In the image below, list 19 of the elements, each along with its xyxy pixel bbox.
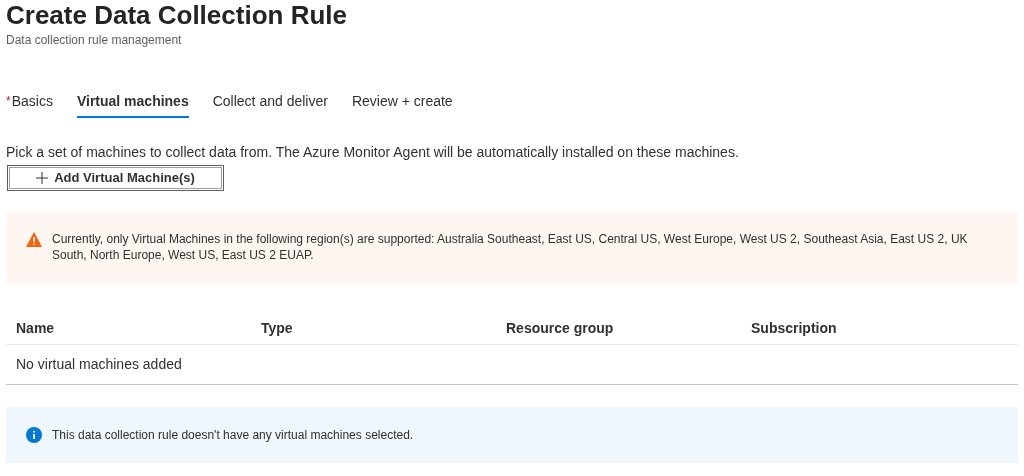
info-text: This data collection rule doesn't have any virtual machines selected. — [52, 427, 414, 444]
warning-icon — [26, 232, 42, 247]
column-header: Subscription — [751, 319, 837, 338]
empty-table-message: No virtual machines added — [16, 355, 182, 374]
warning-text: Currently, only Virtual Machines in the following region(s) are supported: Australia Southeast, East US, Central US, West Europe, West US 2, Southeast Asia, East US 2, UK South, North Europe, West US, East US 2 EUAP. — [52, 231, 969, 263]
column-header: Resource group — [506, 319, 614, 338]
required-asterisk: * — [6, 94, 11, 108]
page-title: Create Data Collection Rule — [6, 0, 347, 32]
tab[interactable]: Collect and deliver — [212, 88, 328, 118]
column-header: Type — [261, 319, 293, 338]
page-subtitle: Data collection rule management — [6, 32, 182, 48]
tab[interactable]: Virtual machines — [76, 88, 189, 118]
info-icon — [26, 427, 42, 443]
description-text: Pick a set of machines to collect data from. The Azure Monitor Agent will be automatically installed on these machines. — [6, 143, 739, 162]
tab[interactable]: *Basics — [6, 88, 53, 118]
column-header: Name — [16, 319, 55, 338]
add-virtual-machine-button[interactable]: Add Virtual Machine(s) — [7, 165, 224, 191]
plus-icon — [36, 172, 49, 184]
tab[interactable]: Review + create — [351, 88, 453, 118]
